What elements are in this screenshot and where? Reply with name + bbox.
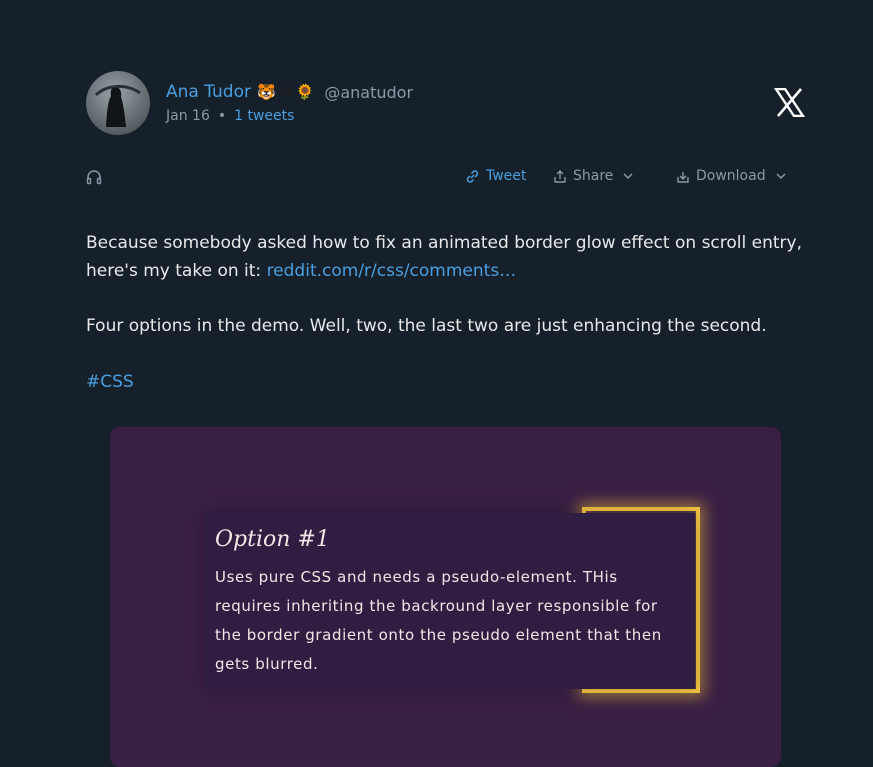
link-icon	[466, 169, 479, 183]
download-button[interactable]: Download	[676, 168, 786, 184]
hashtag-link[interactable]: #CSS	[86, 368, 806, 396]
share-button[interactable]: Share	[553, 168, 633, 184]
sunflower-emoji: 🌻	[295, 83, 315, 101]
share-icon	[554, 169, 566, 183]
download-icon	[677, 171, 689, 183]
tiger-emoji: 🐯	[256, 83, 276, 101]
option-title: Option #1	[215, 527, 330, 552]
post-paragraph: Because somebody asked how to fix an ani…	[86, 229, 806, 285]
author-row: Ana Tudor 🐯 🌻 @anatudor	[166, 80, 413, 104]
share-label: Share	[573, 168, 614, 184]
meta-separator: •	[217, 108, 227, 124]
headphones-icon[interactable]	[86, 169, 102, 185]
option-body: Uses pure CSS and needs a pseudo-element…	[215, 568, 662, 673]
avatar[interactable]	[86, 71, 150, 135]
author-emojis: 🐯 🌻	[257, 83, 314, 101]
option-card: Option #1 Uses pure CSS and needs a pseu…	[205, 513, 695, 689]
chevron-down-icon	[623, 173, 633, 180]
chevron-down-icon	[776, 173, 786, 180]
tweet-label: Tweet	[486, 168, 527, 184]
reddit-link[interactable]: reddit.com/r/css/comments…	[267, 261, 517, 281]
black-heart-icon	[278, 85, 293, 98]
author-handle[interactable]: @anatudor	[324, 83, 413, 102]
media-preview[interactable]: Option #1 Uses pure CSS and needs a pseu…	[110, 427, 781, 767]
tweets-count-link[interactable]: 1 tweets	[234, 108, 294, 124]
post-paragraph-2: Four options in the demo. Well, two, the…	[86, 316, 767, 336]
tweet-card: Ana Tudor 🐯 🌻 @anatudor Jan 16 • 1 tweet…	[0, 0, 873, 767]
meta-row: Jan 16 • 1 tweets	[166, 108, 294, 124]
tweet-button[interactable]: Tweet	[465, 168, 526, 184]
post-date[interactable]: Jan 16	[166, 108, 210, 124]
author-name[interactable]: Ana Tudor	[166, 82, 251, 102]
x-logo-icon[interactable]	[774, 88, 805, 117]
download-label: Download	[696, 168, 766, 184]
